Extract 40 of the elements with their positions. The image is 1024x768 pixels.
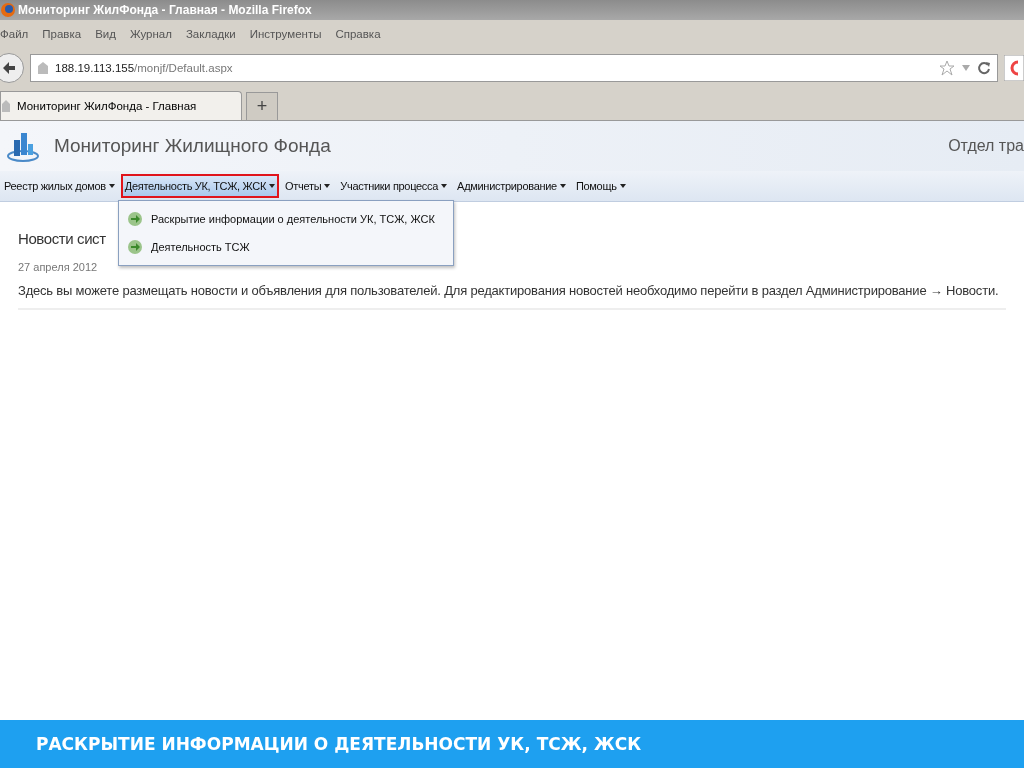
back-button[interactable] xyxy=(0,53,24,83)
page-icon xyxy=(1,99,11,113)
news-text: Здесь вы можете размещать новости и объявления для пользователей. Для редактирования новостей необходимо перейти в раздел Администрирование → Новости. xyxy=(18,283,1006,310)
news-heading: Новости сист xyxy=(18,230,106,247)
dropdown-item[interactable]: Раскрытие информации о деятельности УК, ТСЖ, ЖСК xyxy=(119,205,453,233)
window-title: Мониторинг ЖилФонда - Главная - Mozilla Firefox xyxy=(18,3,312,17)
building-logo-icon xyxy=(6,130,40,162)
nav-menu-item[interactable]: Реестр жилых домов xyxy=(0,174,119,198)
caption-text: РАСКРЫТИЕ ИНФОРМАЦИИ О ДЕЯТЕЛЬНОСТИ УК, ТСЖ, ЖСК xyxy=(36,734,642,754)
caret-icon xyxy=(619,184,626,188)
url-text: 188.19.113.155/monjf/Default.aspx xyxy=(55,62,233,74)
menu-item[interactable]: Правка xyxy=(42,28,82,40)
caret-icon xyxy=(269,184,276,188)
dropdown-item[interactable]: Деятельность ТСЖ xyxy=(119,233,453,261)
browser-tab[interactable]: Мониторинг ЖилФонда - Главная xyxy=(0,91,242,120)
menu-item[interactable]: Журнал xyxy=(129,28,172,40)
address-field[interactable]: 188.19.113.155/monjf/Default.aspx xyxy=(30,54,998,82)
menu-item[interactable]: Инструменты xyxy=(249,28,322,40)
nav-menu-item[interactable]: Помощь xyxy=(571,174,630,198)
department-text: Отдел тра xyxy=(948,137,1024,155)
nav-menu-item[interactable]: Деятельность УК, ТСЖ, ЖСК xyxy=(120,174,280,198)
new-tab-button[interactable]: + xyxy=(246,92,278,120)
nav-menu-item[interactable]: Участники процесса xyxy=(336,174,452,198)
back-arrow-icon xyxy=(1,60,17,76)
menu-item[interactable]: Файл xyxy=(0,28,29,40)
caret-icon xyxy=(108,184,115,188)
reload-icon[interactable] xyxy=(977,61,991,75)
page-icon xyxy=(37,61,49,75)
menu-item[interactable]: Вид xyxy=(95,28,116,40)
star-icon[interactable] xyxy=(939,60,955,76)
nav-menu-item[interactable]: Администрирование xyxy=(453,174,570,198)
dropdown-icon[interactable] xyxy=(961,63,971,73)
site-title: Мониторинг Жилищного Фонда xyxy=(54,135,332,157)
caret-icon xyxy=(441,184,448,188)
news-date: 27 апреля 2012 xyxy=(18,261,98,273)
nav-menu-item[interactable]: Отчеты xyxy=(281,174,335,198)
menu-item[interactable]: Справка xyxy=(335,28,381,40)
caret-icon xyxy=(324,184,331,188)
menu-item[interactable]: Закладки xyxy=(185,28,236,40)
caret-icon xyxy=(559,184,566,188)
